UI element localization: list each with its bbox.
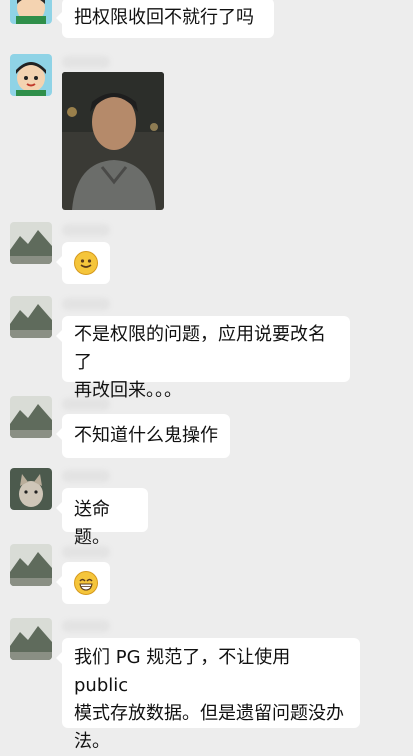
avatar-landscape[interactable] — [10, 618, 52, 660]
message-text-line: 不是权限的问题，应用说要改名了 — [74, 324, 326, 373]
sender-name-blurred — [62, 298, 110, 310]
sender-name-blurred — [62, 56, 110, 68]
message-bubble[interactable]: 我们 PG 规范了，不让使用 public 模式存放数据。但是遗留问题没办 法。 — [56, 638, 360, 752]
avatar-cartoon[interactable] — [10, 0, 52, 24]
avatar-cartoon[interactable] — [10, 54, 52, 96]
photo-message[interactable] — [62, 72, 164, 210]
message-bubble[interactable]: 不知道什么鬼操作 — [56, 414, 230, 458]
message-text-line: 我们 PG 规范了，不让使用 public — [74, 647, 291, 696]
message-text-line: 模式存放数据。但是遗留问题没办 — [74, 703, 344, 724]
sender-name-blurred — [62, 224, 110, 236]
message-text: 不知道什么鬼操作 — [74, 425, 218, 446]
message-bubble[interactable]: 不是权限的问题，应用说要改名了 再改回来。。。 — [56, 316, 350, 401]
sender-name-blurred — [62, 620, 110, 632]
sender-name-blurred — [62, 398, 110, 410]
sender-name-blurred — [62, 546, 110, 558]
emoji-bubble[interactable] — [56, 242, 110, 284]
message-text-line: 法。 — [74, 731, 110, 752]
avatar-landscape[interactable] — [10, 222, 52, 264]
avatar-landscape[interactable] — [10, 396, 52, 438]
smile-emoji-icon — [74, 251, 98, 275]
message-text: 送命题。 — [74, 499, 110, 548]
emoji-bubble[interactable] — [56, 562, 110, 604]
sender-name-blurred — [62, 470, 110, 482]
message-text-line: 再改回来。。。 — [74, 380, 182, 401]
chat-window: 把权限收回不就行了吗 不是权限的问题，应用说要改名了 再改回来。。。 不知道什么… — [0, 0, 413, 752]
avatar-cat[interactable] — [10, 468, 52, 510]
message-bubble[interactable]: 把权限收回不就行了吗 — [56, 0, 274, 38]
message-text: 把权限收回不就行了吗 — [74, 7, 254, 28]
message-bubble[interactable]: 送命题。 — [56, 488, 148, 548]
grin-emoji-icon — [74, 571, 98, 595]
avatar-landscape[interactable] — [10, 544, 52, 586]
avatar-landscape[interactable] — [10, 296, 52, 338]
